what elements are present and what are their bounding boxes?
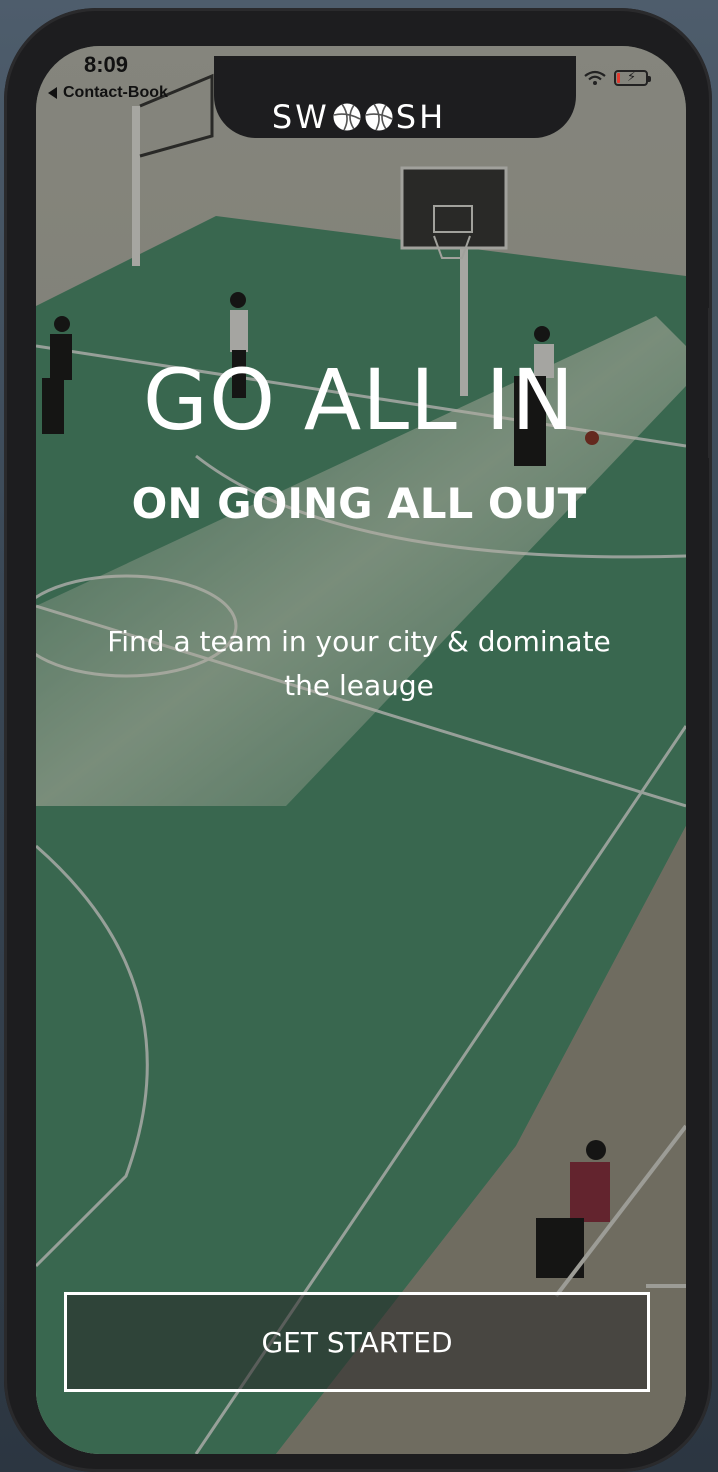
hero-headline: GO ALL IN [142,351,576,449]
phone-device [4,8,712,1472]
basketball-icon [365,103,393,131]
battery-level [617,73,620,83]
hero-subheadline: ON GOING ALL OUT [131,479,587,528]
dark-overlay [36,46,686,1454]
logo-text-suffix: SH [395,98,447,136]
app-logo: SW SH [0,98,718,136]
hero-tagline: Find a team in your city & dominate the … [107,625,611,702]
logo-text-prefix: SW [271,98,330,136]
app-screen [36,46,686,1454]
basketball-icon [333,103,361,131]
wifi-icon [584,70,606,85]
battery-icon: ⚡ [614,70,651,86]
get-started-button[interactable]: GET STARTED [64,1292,650,1392]
charging-bolt-icon: ⚡ [627,70,637,85]
status-time: 8:09 [84,52,129,77]
